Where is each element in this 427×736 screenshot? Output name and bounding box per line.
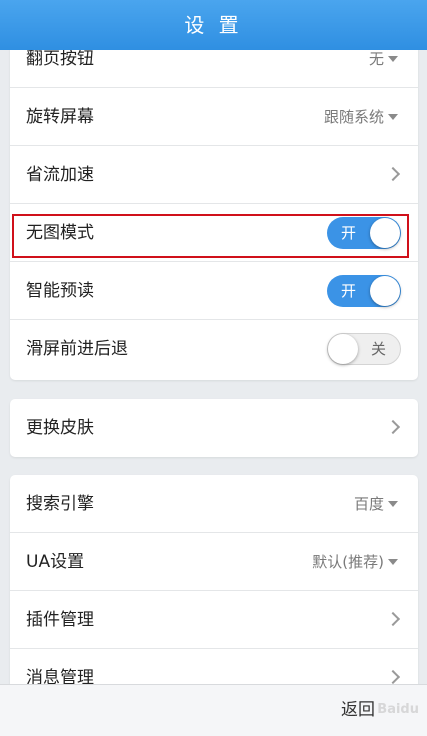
dropdown-caret-icon: [388, 114, 398, 120]
toggle-state-text: 开: [341, 282, 357, 300]
settings-group-browser: 搜索引擎 百度 UA设置 默认(推荐) 插件管理 消息管理: [10, 475, 418, 684]
toggle-knob: [328, 334, 358, 364]
data-saving-row[interactable]: 省流加速: [10, 146, 418, 204]
chevron-right-icon: [385, 669, 401, 684]
page-turn-button-row[interactable]: 翻页按钮 无: [10, 50, 418, 88]
toggle-knob: [370, 276, 400, 306]
message-manage-row[interactable]: 消息管理: [10, 649, 418, 684]
smart-preload-toggle[interactable]: 开: [327, 275, 401, 307]
search-engine-row[interactable]: 搜索引擎 百度: [10, 475, 418, 533]
search-engine-label: 搜索引擎: [26, 494, 94, 514]
rotate-screen-label: 旋转屏幕: [26, 107, 94, 127]
search-engine-value: 百度: [353, 495, 384, 513]
smart-preload-label: 智能预读: [26, 281, 94, 301]
settings-group-skin: 更换皮肤: [10, 399, 418, 457]
ua-settings-label: UA设置: [26, 552, 85, 572]
dropdown-caret-icon: [388, 501, 398, 507]
chevron-right-icon: [385, 419, 401, 435]
watermark-logo: Baidu: [377, 702, 419, 717]
swipe-nav-label: 滑屏前进后退: [26, 339, 128, 359]
ua-settings-row[interactable]: UA设置 默认(推荐): [10, 533, 418, 591]
plugin-manage-label: 插件管理: [26, 610, 94, 630]
settings-list[interactable]: 翻页按钮 无 旋转屏幕 跟随系统 省流加速 无图模式 开 智能预读 开 滑屏前进…: [0, 50, 427, 684]
rotate-screen-row[interactable]: 旋转屏幕 跟随系统: [10, 88, 418, 146]
ua-settings-value: 默认(推荐): [312, 553, 384, 571]
page-turn-button-label: 翻页按钮: [26, 50, 94, 69]
swipe-nav-row: 滑屏前进后退 关: [10, 320, 418, 378]
rotate-screen-value: 跟随系统: [323, 108, 384, 126]
bottom-bar: 返回 Baidu: [0, 684, 427, 736]
dropdown-caret-icon: [388, 559, 398, 565]
swipe-nav-toggle[interactable]: 关: [327, 333, 401, 365]
smart-preload-row: 智能预读 开: [10, 262, 418, 320]
page-turn-button-value: 无: [368, 50, 384, 68]
change-skin-row[interactable]: 更换皮肤: [10, 399, 418, 457]
change-skin-label: 更换皮肤: [26, 418, 94, 438]
chevron-right-icon: [385, 166, 401, 182]
chevron-right-icon: [385, 611, 401, 627]
plugin-manage-row[interactable]: 插件管理: [10, 591, 418, 649]
highlight-frame: [12, 214, 409, 258]
dropdown-caret-icon: [388, 56, 398, 62]
data-saving-label: 省流加速: [26, 165, 94, 185]
page-title: 设 置: [0, 0, 427, 50]
toggle-state-text: 关: [370, 340, 386, 358]
message-manage-label: 消息管理: [26, 668, 94, 684]
